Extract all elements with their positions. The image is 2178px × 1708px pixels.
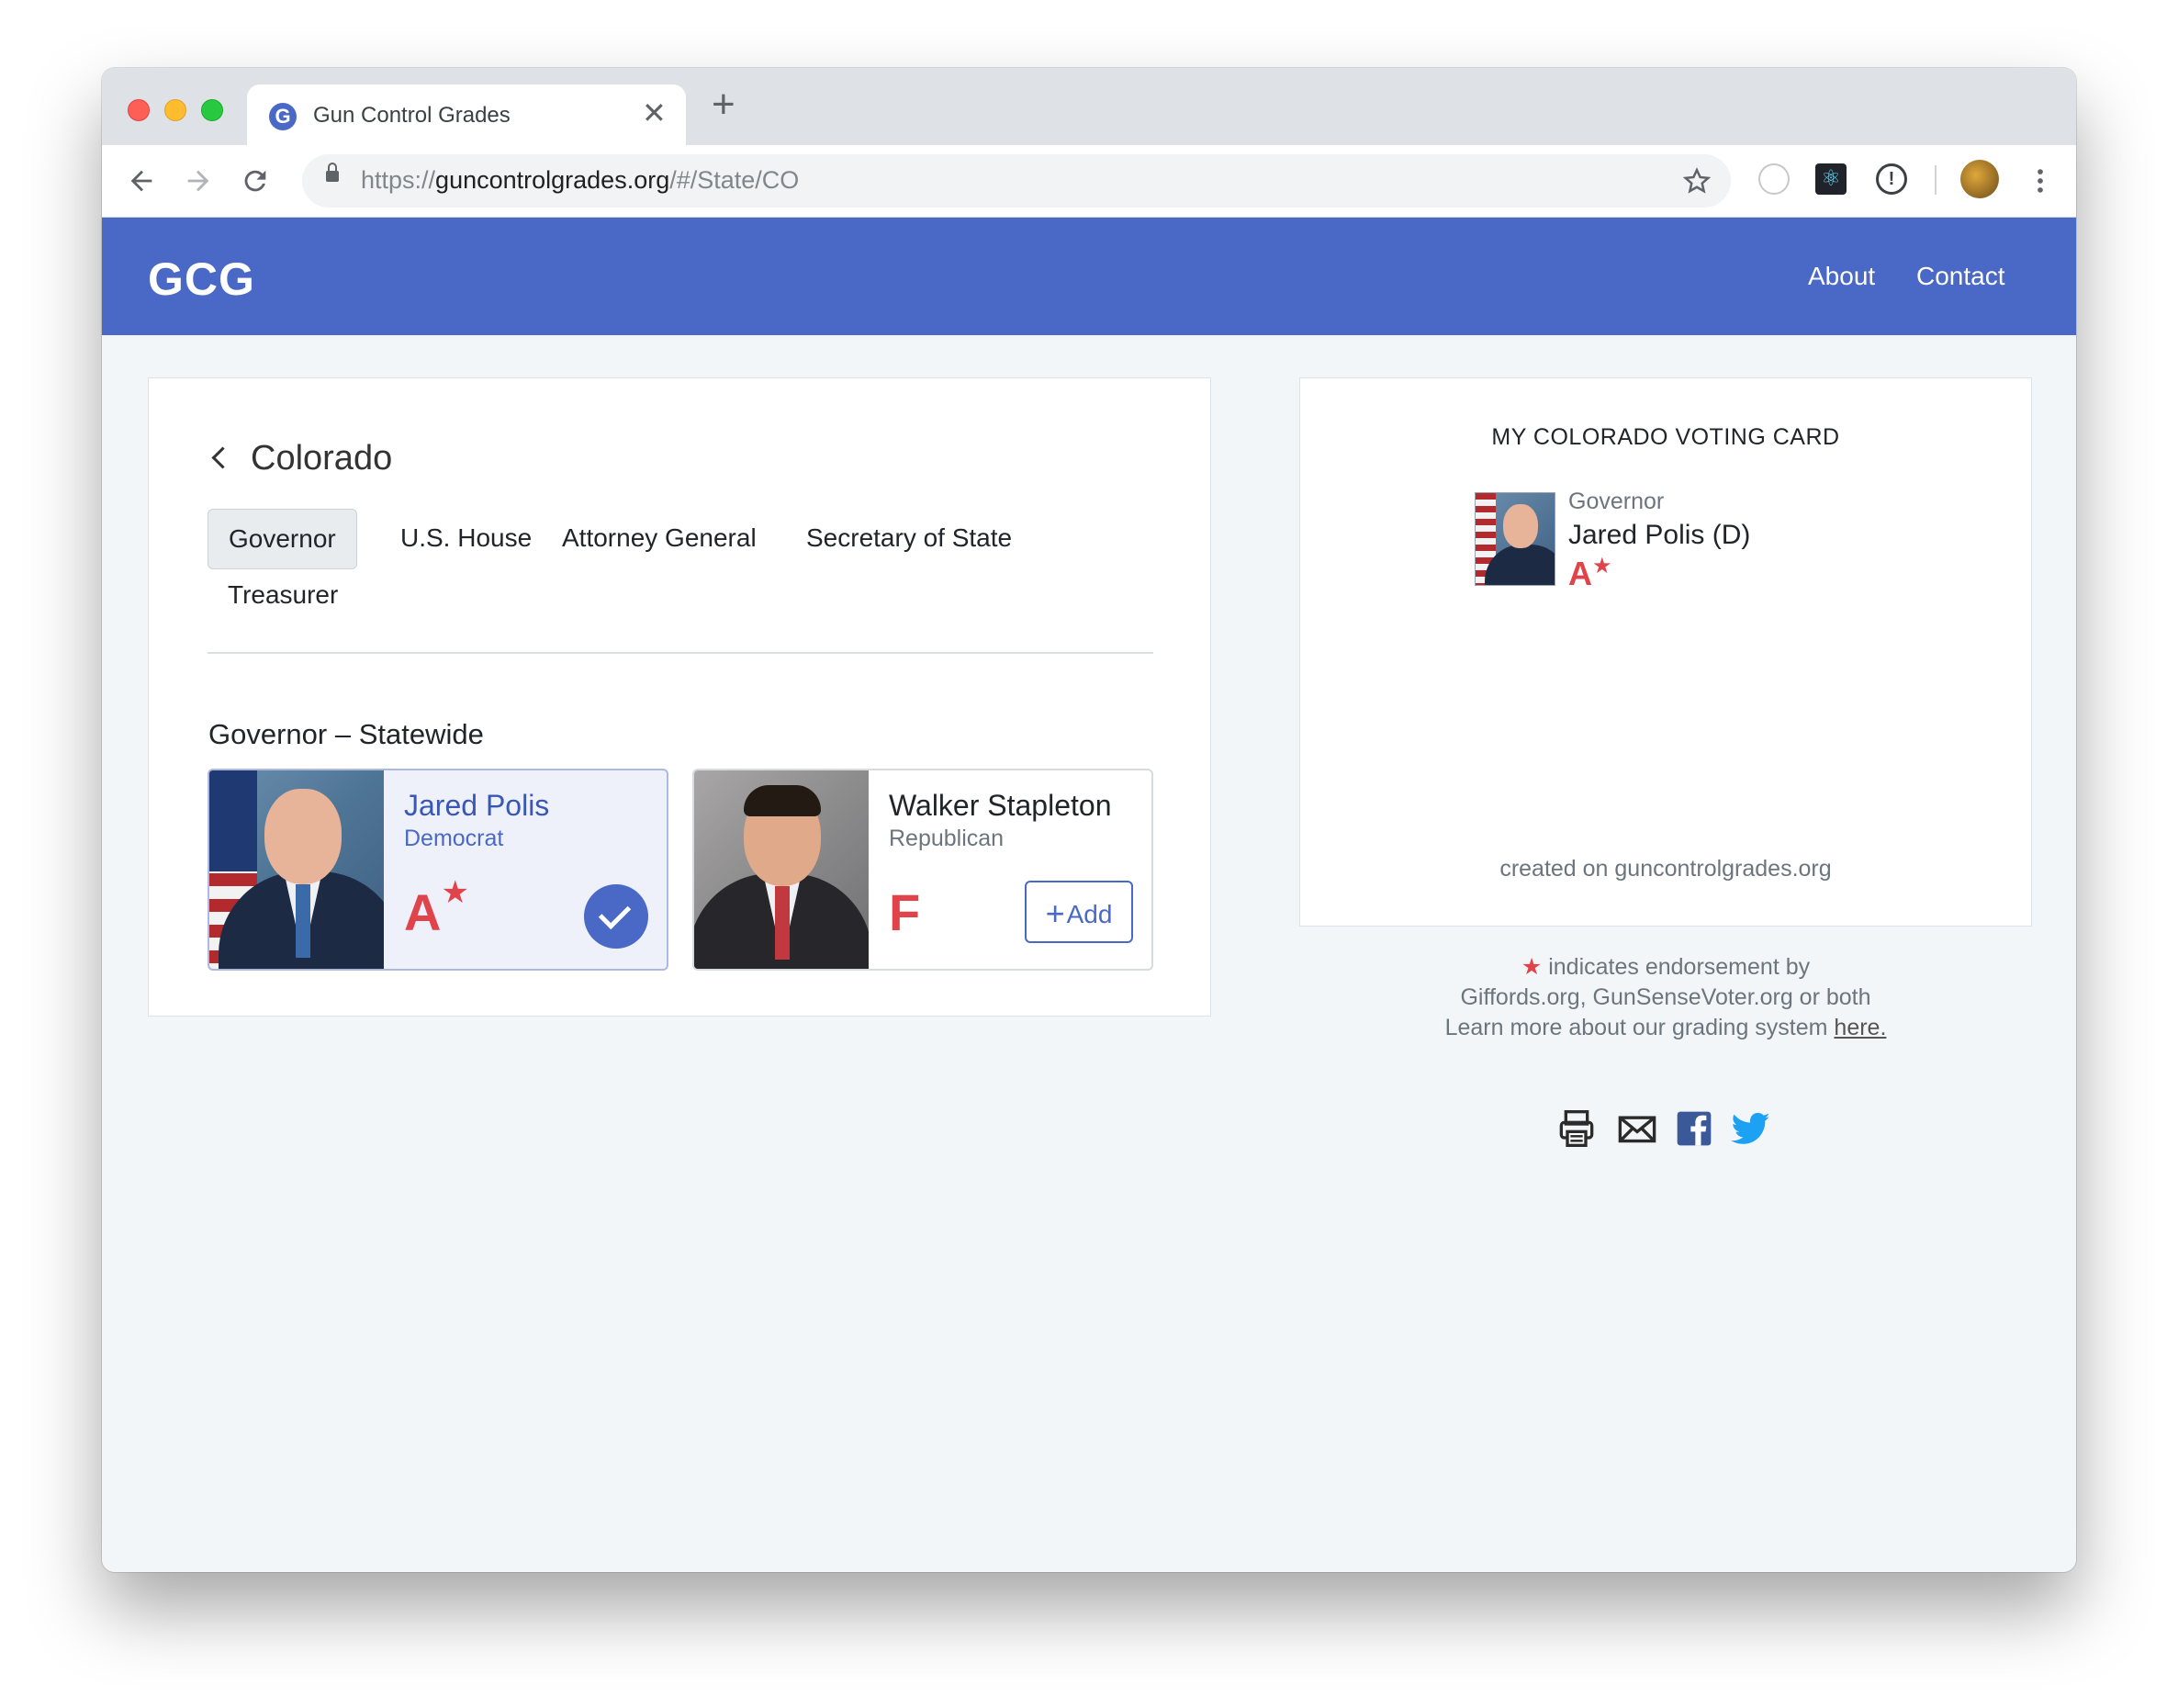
voting-card-photo bbox=[1475, 492, 1555, 586]
candidate-name: Jared Polis bbox=[404, 789, 550, 822]
tab-close-icon[interactable]: ✕ bbox=[642, 96, 667, 130]
print-icon[interactable] bbox=[1558, 1108, 1595, 1149]
legend-line-3: Learn more about our grading system bbox=[1444, 1015, 1835, 1040]
bookmark-star-icon[interactable] bbox=[1683, 167, 1711, 195]
twitter-icon[interactable] bbox=[1731, 1108, 1773, 1149]
voting-card-candidate: Jared Polis (D) bbox=[1568, 520, 1751, 550]
lock-icon bbox=[326, 163, 339, 182]
voting-card: MY COLORADO VOTING CARD Governor Jared P… bbox=[1299, 377, 2032, 927]
chevron-left-icon bbox=[211, 446, 234, 469]
zoom-window-button[interactable] bbox=[201, 99, 223, 121]
extension-target-icon[interactable] bbox=[1758, 163, 1790, 195]
tab-governor[interactable]: Governor bbox=[208, 509, 357, 569]
profile-avatar[interactable] bbox=[1960, 160, 1999, 198]
facebook-icon[interactable] bbox=[1676, 1108, 1712, 1149]
endorsement-star-icon: ★ bbox=[1592, 554, 1612, 579]
candidate-party: Democrat bbox=[404, 826, 504, 851]
info-extension-icon[interactable]: ! bbox=[1876, 163, 1907, 195]
photo-tie bbox=[775, 886, 790, 960]
browser-window: G Gun Control Grades ✕ + https://guncont… bbox=[102, 68, 2076, 1572]
brand-logo[interactable]: GCG bbox=[148, 253, 255, 306]
back-to-state-link[interactable]: Colorado bbox=[211, 439, 393, 478]
candidate-card-stapleton[interactable]: Walker Stapleton Republican F +Add bbox=[692, 769, 1153, 971]
photo-face bbox=[264, 789, 342, 884]
toolbar-separator bbox=[1935, 165, 1937, 195]
nav-about[interactable]: About bbox=[1808, 262, 1875, 291]
site-favicon-icon: G bbox=[269, 103, 297, 130]
tab-secretary-of-state[interactable]: Secretary of State bbox=[786, 509, 1032, 567]
tab-strip: G Gun Control Grades ✕ + bbox=[102, 68, 2076, 147]
tab-attorney-general[interactable]: Attorney General bbox=[542, 509, 777, 567]
voting-card-office: Governor bbox=[1568, 489, 1665, 514]
email-icon[interactable] bbox=[1617, 1108, 1657, 1149]
nav-contact[interactable]: Contact bbox=[1916, 262, 2005, 291]
candidate-photo-polis bbox=[209, 770, 384, 969]
forward-arrow-icon[interactable] bbox=[183, 165, 214, 197]
photo-hair bbox=[744, 785, 821, 816]
minimize-window-button[interactable] bbox=[164, 99, 186, 121]
voting-card-footer: created on guncontrolgrades.org bbox=[1499, 856, 1832, 882]
grade-badge: F bbox=[889, 883, 921, 941]
menu-dots-icon[interactable] bbox=[2025, 165, 2056, 197]
tab-title: Gun Control Grades bbox=[313, 103, 511, 128]
grade-legend: ★ indicates endorsement by Giffords.org,… bbox=[1299, 952, 2032, 1043]
endorsement-star-icon: ★ bbox=[1521, 954, 1543, 980]
race-title: Governor – Statewide bbox=[208, 718, 484, 750]
candidate-card-polis[interactable]: Jared Polis Democrat A★ bbox=[208, 769, 668, 971]
add-candidate-button[interactable]: +Add bbox=[1025, 881, 1133, 943]
endorsement-star-icon: ★ bbox=[441, 875, 469, 911]
candidate-party: Republican bbox=[889, 826, 1005, 851]
reload-icon[interactable] bbox=[240, 165, 271, 197]
race-card: Colorado Governor U.S. House Attorney Ge… bbox=[148, 377, 1211, 1017]
plus-icon: + bbox=[1045, 894, 1065, 932]
photo-face bbox=[1503, 504, 1538, 548]
tab-us-house[interactable]: U.S. House bbox=[380, 509, 552, 567]
voting-card-title: MY COLORADO VOTING CARD bbox=[1491, 424, 1840, 450]
grading-system-link[interactable]: here. bbox=[1834, 1015, 1886, 1040]
legend-line-2: Giffords.org, GunSenseVoter.org or both bbox=[1460, 984, 1871, 1010]
app-header: GCG About Contact bbox=[102, 218, 2076, 335]
browser-toolbar: https://guncontrolgrades.org/#/State/CO … bbox=[102, 145, 2076, 218]
voting-card-grade: A★ bbox=[1568, 554, 1612, 592]
divider bbox=[208, 652, 1153, 654]
back-arrow-icon[interactable] bbox=[126, 165, 157, 197]
page-content: GCG About Contact Colorado Governor U.S.… bbox=[102, 218, 2076, 1572]
add-label: Add bbox=[1066, 900, 1113, 928]
legend-line-1: indicates endorsement by bbox=[1542, 954, 1811, 980]
photo-tie bbox=[296, 884, 310, 958]
browser-tab[interactable]: G Gun Control Grades ✕ bbox=[247, 84, 686, 147]
close-window-button[interactable] bbox=[128, 99, 150, 121]
state-name: Colorado bbox=[251, 439, 393, 478]
selected-check-icon[interactable] bbox=[584, 884, 648, 949]
url-text: https://guncontrolgrades.org/#/State/CO bbox=[361, 166, 800, 194]
candidate-name: Walker Stapleton bbox=[889, 789, 1112, 822]
tab-treasurer[interactable]: Treasurer bbox=[208, 566, 358, 624]
candidate-photo-stapleton bbox=[694, 770, 869, 969]
react-devtools-icon[interactable]: ⚛ bbox=[1815, 163, 1847, 195]
new-tab-button[interactable]: + bbox=[712, 84, 735, 125]
address-bar[interactable]: https://guncontrolgrades.org/#/State/CO bbox=[302, 154, 1731, 208]
grade-badge: A★ bbox=[404, 875, 469, 941]
